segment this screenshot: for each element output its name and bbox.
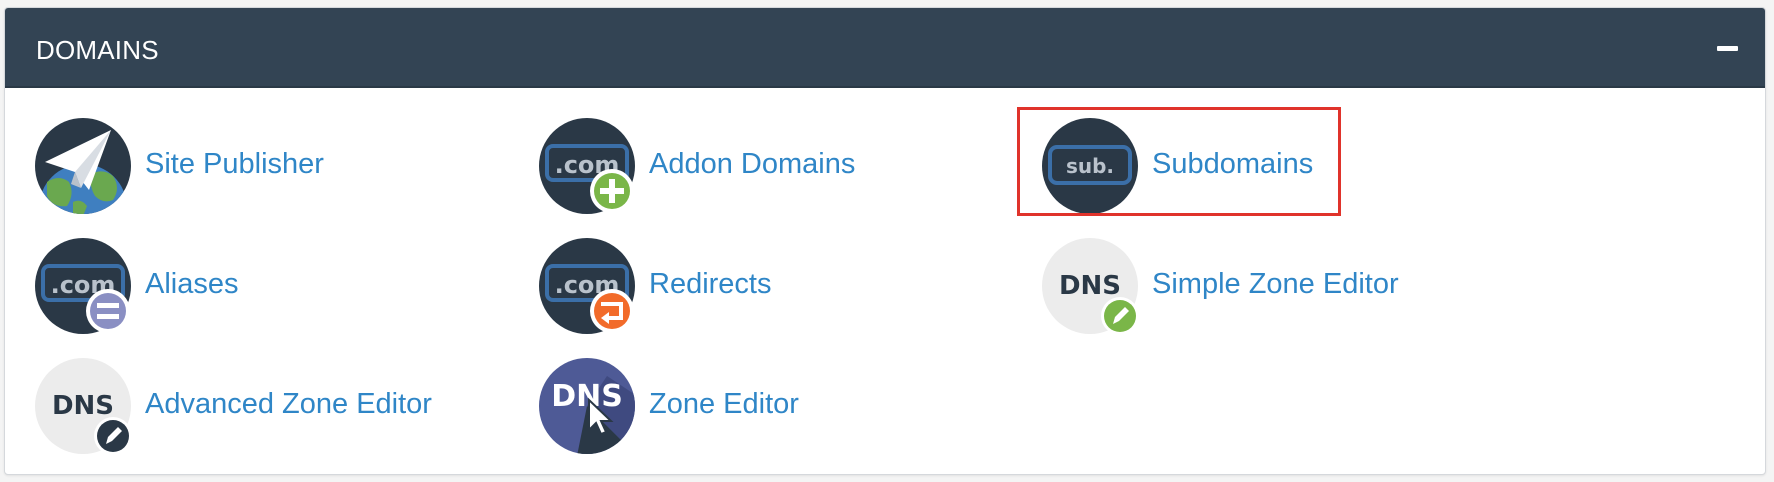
simple-zone-editor-label: Simple Zone Editor — [1152, 268, 1399, 300]
dns-pencil-dark-icon: DNS — [35, 358, 132, 455]
minus-icon — [1717, 46, 1738, 51]
dotcom-equals-icon: .com — [35, 238, 131, 334]
zone-editor-link[interactable]: DNS Zone Editor — [537, 356, 837, 456]
advanced-zone-editor-link[interactable]: DNS Advanced Zone Editor — [33, 356, 453, 456]
redirects-label: Redirects — [649, 268, 772, 300]
panel-header: DOMAINS — [5, 8, 1765, 88]
subdomains-link[interactable]: sub. Subdomains — [1040, 116, 1330, 216]
subdomains-label: Subdomains — [1152, 148, 1314, 180]
svg-text:DNS: DNS — [52, 391, 114, 421]
zone-editor-label: Zone Editor — [649, 388, 799, 420]
svg-text:DNS: DNS — [551, 379, 623, 414]
site-publisher-link[interactable]: Site Publisher — [33, 116, 363, 216]
addon-domains-label: Addon Domains — [649, 148, 856, 180]
svg-text:sub.: sub. — [1066, 154, 1114, 178]
simple-zone-editor-link[interactable]: DNS Simple Zone Editor — [1040, 236, 1420, 336]
aliases-link[interactable]: .com Aliases — [33, 236, 283, 336]
site-publisher-label: Site Publisher — [145, 148, 324, 180]
collapse-button[interactable] — [1707, 28, 1747, 68]
dns-pencil-green-icon: DNS — [1042, 238, 1139, 335]
paper-plane-globe-icon — [35, 118, 131, 214]
dotcom-plus-icon: .com — [539, 118, 635, 214]
dns-cursor-icon: DNS — [539, 358, 635, 454]
addon-domains-link[interactable]: .com Addon Domains — [537, 116, 877, 216]
redirects-link[interactable]: .com Redirects — [537, 236, 817, 336]
panel-title: DOMAINS — [36, 35, 159, 65]
advanced-zone-editor-label: Advanced Zone Editor — [145, 388, 432, 420]
aliases-label: Aliases — [145, 268, 239, 300]
dotcom-redirect-icon: .com — [539, 238, 635, 334]
svg-text:DNS: DNS — [1059, 271, 1121, 301]
sub-icon: sub. — [1042, 118, 1138, 214]
